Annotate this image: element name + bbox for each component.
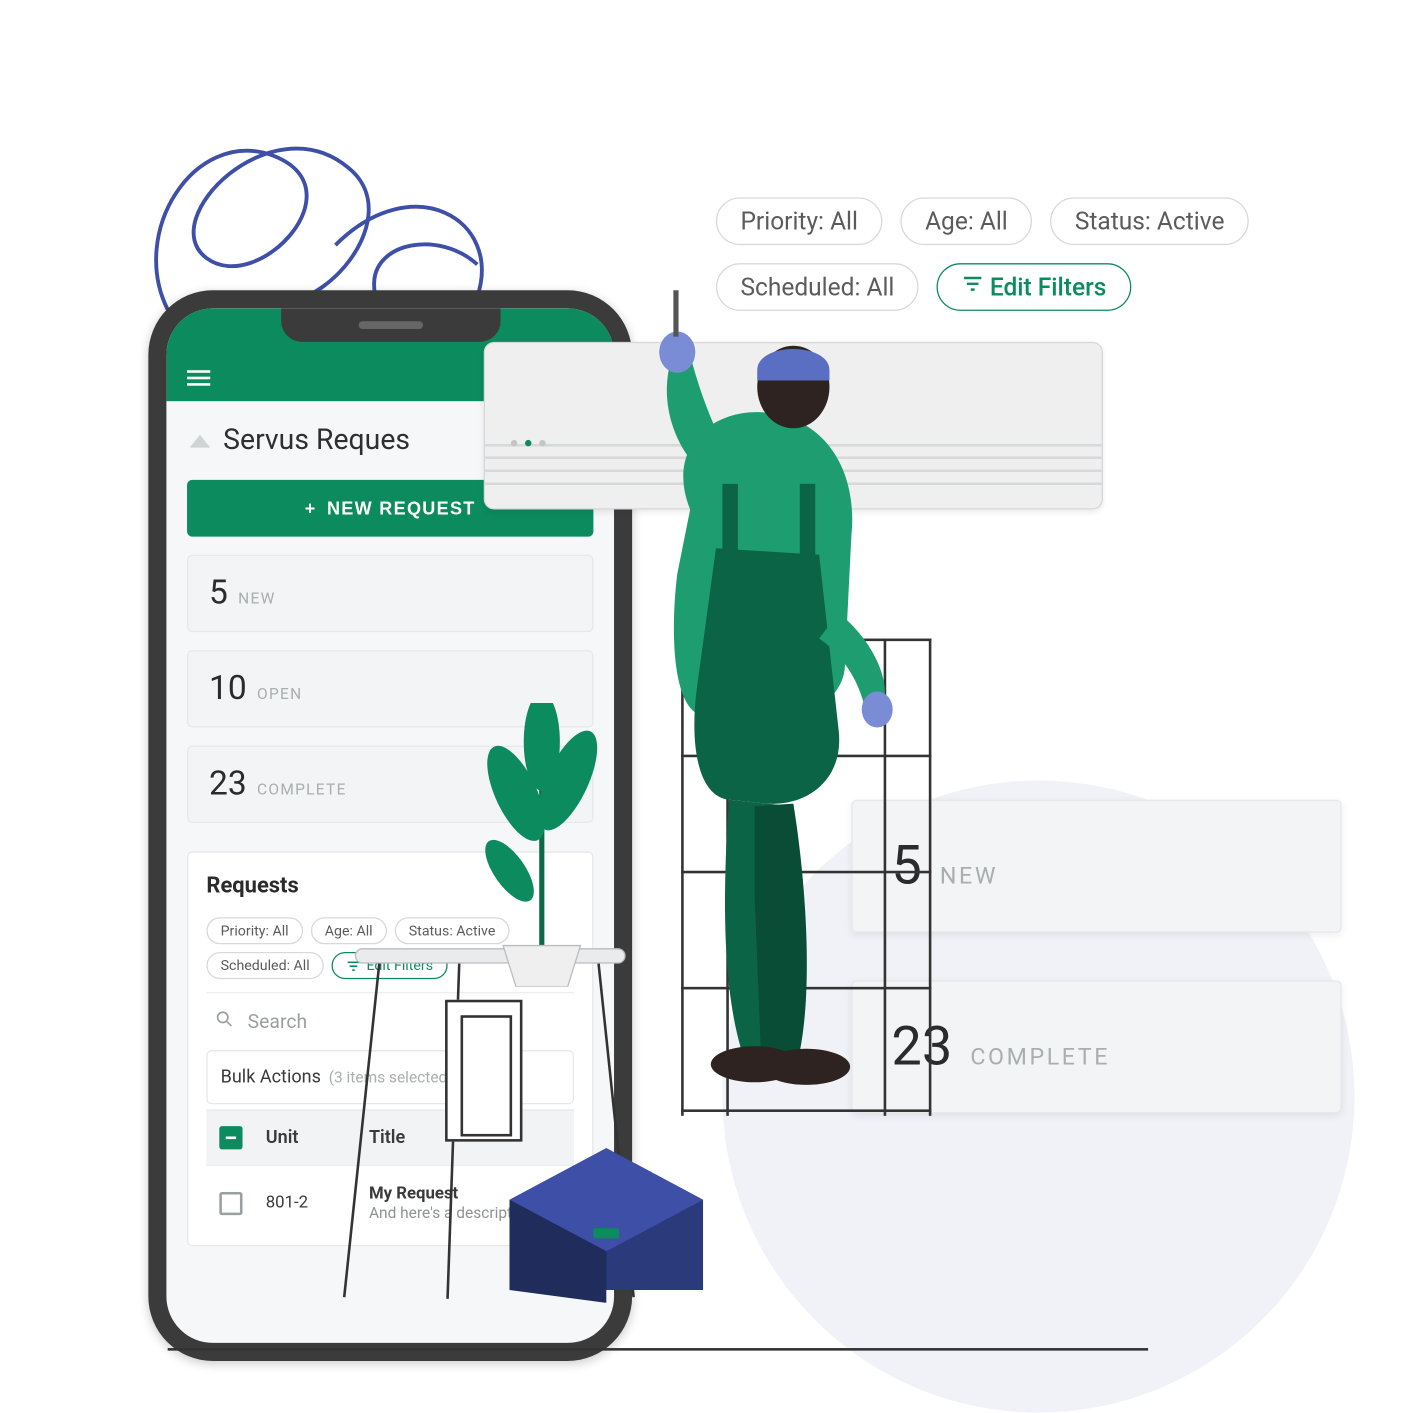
filter-icon: [961, 272, 984, 302]
filter-chip-age[interactable]: Age: All: [311, 917, 387, 944]
callout-edit-filters[interactable]: Edit Filters: [937, 263, 1131, 311]
stat-value: 23: [209, 765, 247, 804]
filter-chip-scheduled[interactable]: Scheduled: All: [206, 952, 323, 979]
callout-edit-label: Edit Filters: [990, 272, 1107, 302]
plus-icon: +: [305, 498, 317, 519]
hamburger-icon[interactable]: [187, 370, 210, 385]
stat-label: OPEN: [257, 685, 302, 703]
stat-value: 10: [209, 670, 247, 709]
page-title: Servus Reques: [223, 424, 410, 456]
toolbox-icon: [497, 1135, 716, 1303]
row-checkbox[interactable]: [219, 1191, 242, 1214]
filter-chip-priority[interactable]: Priority: All: [206, 917, 302, 944]
technician-person-icon: [600, 290, 935, 1116]
stat-card-new[interactable]: 5 NEW: [187, 555, 593, 632]
stat-value: 5: [209, 574, 228, 613]
technician-illustration: [574, 316, 1129, 1142]
floor-line: [168, 1348, 1148, 1351]
bulk-label: Bulk Actions: [221, 1067, 321, 1088]
search-placeholder: Search: [248, 1010, 307, 1033]
callout-chip-age[interactable]: Age: All: [901, 197, 1033, 245]
select-all-checkbox[interactable]: [219, 1126, 242, 1149]
stat-label: NEW: [238, 590, 275, 608]
stat-label: COMPLETE: [257, 780, 347, 798]
new-request-label: NEW REQUEST: [327, 498, 476, 519]
collapse-icon[interactable]: [190, 434, 211, 447]
search-icon: [214, 1009, 235, 1035]
column-unit: Unit: [266, 1127, 369, 1148]
callout-chip-status[interactable]: Status: Active: [1050, 197, 1249, 245]
phone-notch: [281, 308, 500, 342]
callout-chip-priority[interactable]: Priority: All: [716, 197, 883, 245]
